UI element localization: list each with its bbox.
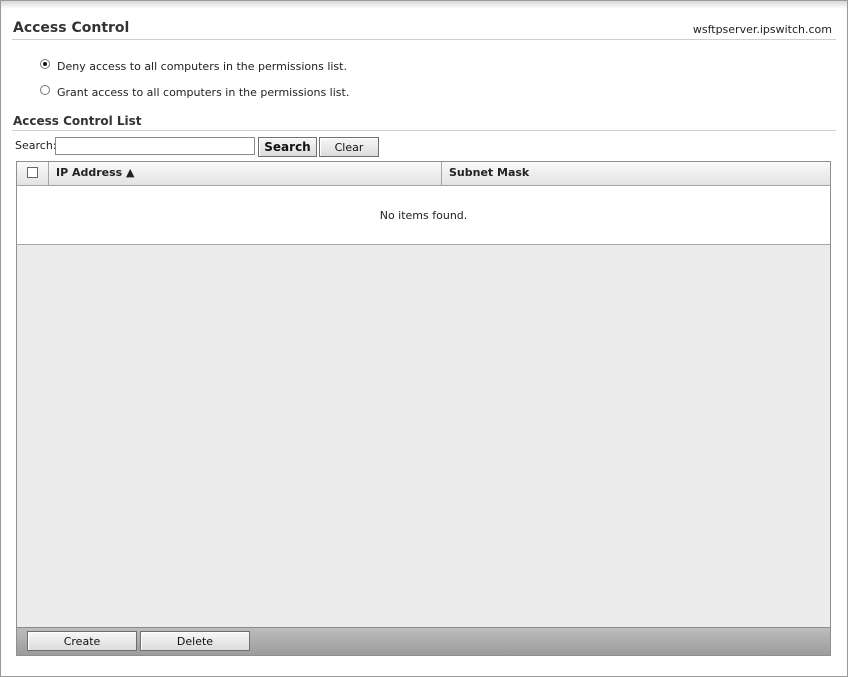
- page-title: Access Control: [13, 20, 130, 36]
- select-all-checkbox[interactable]: [27, 167, 38, 178]
- acl-divider: [12, 130, 836, 131]
- search-input[interactable]: [55, 137, 255, 155]
- acl-section-title: Access Control List: [13, 114, 142, 128]
- create-button[interactable]: Create: [27, 631, 137, 651]
- select-all-cell: [17, 162, 49, 185]
- top-shadow: [1, 1, 847, 9]
- server-name: wsftpserver.ipswitch.com: [692, 23, 832, 36]
- search-label: Search:: [15, 139, 57, 152]
- column-header-subnet-mask[interactable]: Subnet Mask: [443, 162, 830, 185]
- search-button[interactable]: Search: [258, 137, 317, 157]
- deny-access-label: Deny access to all computers in the perm…: [57, 60, 347, 73]
- clear-button[interactable]: Clear: [319, 137, 379, 157]
- grid-header: IP Address ▲ Subnet Mask: [17, 162, 830, 186]
- grid-body: No items found.: [17, 186, 830, 245]
- empty-message: No items found.: [379, 209, 468, 222]
- grant-access-option[interactable]: Grant access to all computers in the per…: [40, 84, 350, 99]
- delete-button[interactable]: Delete: [140, 631, 250, 651]
- deny-access-option[interactable]: Deny access to all computers in the perm…: [40, 58, 347, 73]
- deny-access-radio[interactable]: [40, 58, 50, 69]
- acl-grid: IP Address ▲ Subnet Mask No items found.…: [16, 161, 831, 656]
- grant-access-radio[interactable]: [40, 84, 50, 95]
- grant-access-label: Grant access to all computers in the per…: [57, 86, 350, 99]
- title-divider: [12, 39, 836, 40]
- column-header-ip-address[interactable]: IP Address ▲: [50, 162, 442, 185]
- grid-footer: Create Delete: [17, 627, 830, 655]
